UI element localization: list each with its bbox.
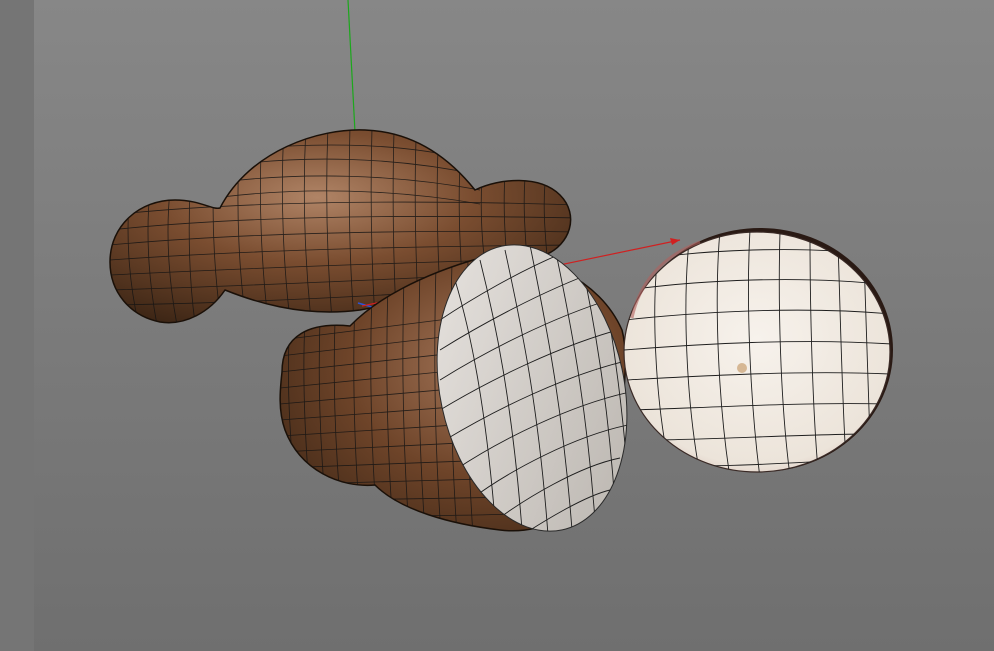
viewer-window — [0, 0, 994, 651]
scene-render[interactable] — [0, 0, 994, 651]
cut-slice-disc[interactable] — [623, 228, 893, 478]
y-axis-line — [347, 0, 356, 133]
x-axis-arrow — [670, 238, 680, 245]
